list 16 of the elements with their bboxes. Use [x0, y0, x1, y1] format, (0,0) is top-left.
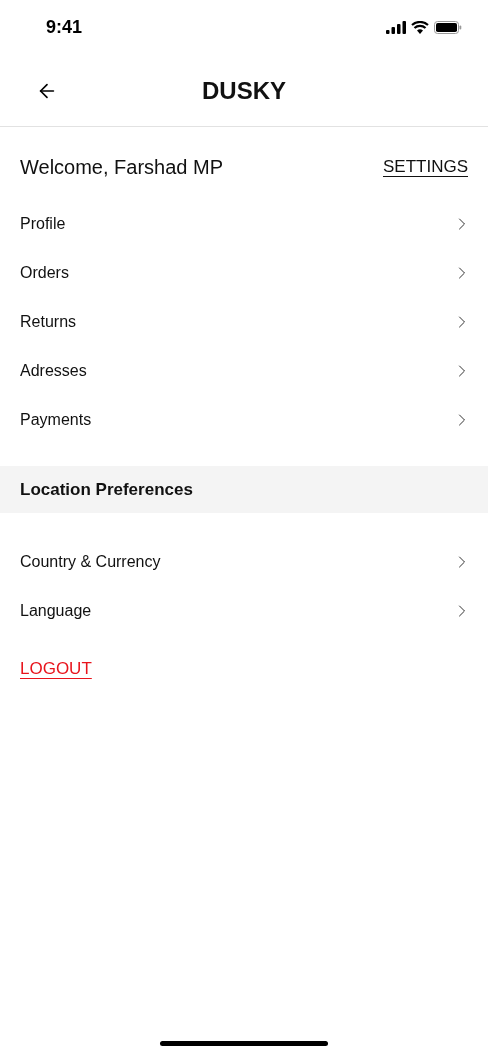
signal-icon [386, 20, 406, 34]
wifi-icon [411, 20, 429, 34]
menu-item[interactable]: Payments [0, 395, 488, 444]
welcome-text: Welcome, Farshad MP [20, 155, 224, 180]
menu-item[interactable]: Language [0, 586, 488, 635]
menu-item[interactable]: Adresses [0, 346, 488, 395]
menu-item[interactable]: Returns [0, 297, 488, 346]
logout-link[interactable]: LOGOUT [20, 659, 92, 678]
status-time: 9:41 [46, 15, 83, 39]
menu-item[interactable]: Profile [0, 199, 488, 248]
menu-item[interactable]: Orders [0, 248, 488, 297]
battery-icon [434, 20, 462, 34]
menu-item[interactable]: Country & Currency [0, 537, 488, 586]
settings-link[interactable]: SETTINGS [383, 154, 468, 180]
app-title: DUSKY [202, 75, 286, 106]
section-header: Location Preferences [0, 466, 488, 513]
